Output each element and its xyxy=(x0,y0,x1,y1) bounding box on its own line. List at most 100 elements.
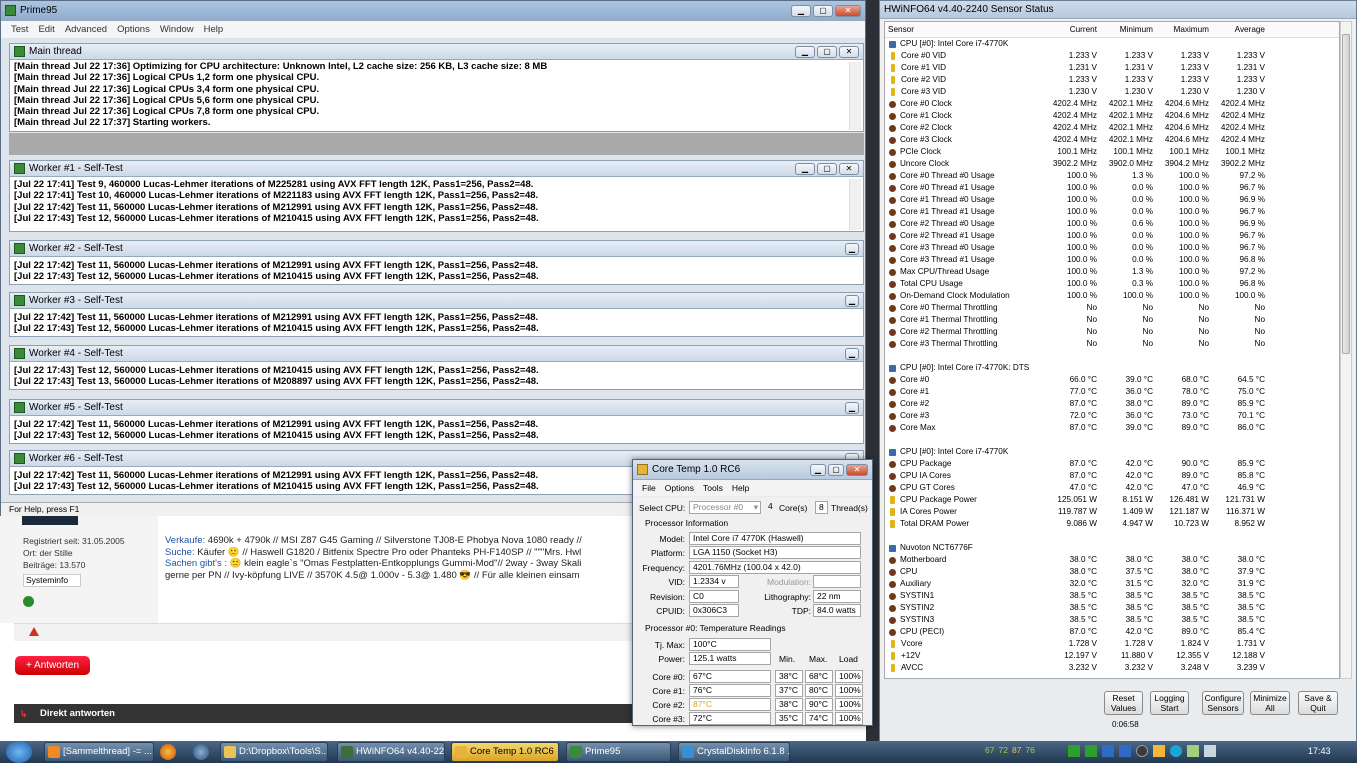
select-cpu-dropdown[interactable]: Processor #0 ▾ xyxy=(689,501,761,514)
tray-blue-icon[interactable] xyxy=(1102,745,1114,757)
prime95-titlebar[interactable]: Prime95 ▁ ▢ ✕ xyxy=(1,1,865,21)
worker-4-titlebar[interactable]: Worker #4 - Self-Test ▁ xyxy=(10,346,863,362)
menu-help[interactable]: Help xyxy=(204,24,224,35)
maximize-button[interactable]: ▢ xyxy=(813,4,833,17)
menu-file[interactable]: File xyxy=(642,483,656,493)
sensor-row[interactable]: Core #3 Thermal Throttling No No No No xyxy=(885,338,1339,350)
sensor-row[interactable]: Core #0 VID 1.233 V 1.233 V 1.233 V 1.233 V xyxy=(885,50,1339,62)
sensor-row[interactable]: Core #1 VID 1.231 V 1.231 V 1.233 V 1.231 V xyxy=(885,62,1339,74)
worker-2-titlebar[interactable]: Worker #2 - Self-Test ▁ xyxy=(10,241,863,257)
mdi-minimize-button[interactable]: ▁ xyxy=(845,347,859,360)
menu-options[interactable]: Options xyxy=(117,24,150,35)
mdi-minimize-button[interactable]: ▁ xyxy=(845,401,859,414)
sensor-row[interactable]: Core #3 Thread #1 Usage 100.0 % 0.0 % 100.0… xyxy=(885,254,1339,266)
tray-temp-icon[interactable]: 67 xyxy=(985,745,994,755)
minimize-button[interactable]: ▁ xyxy=(810,463,826,476)
sensor-row[interactable]: Core #3 Clock 4202.4 MHz 4202.1 MHz 4204.6 … xyxy=(885,134,1339,146)
close-button[interactable]: ✕ xyxy=(846,463,868,476)
sensor-row[interactable]: Core #2 87.0 °C 38.0 °C 89.0 °C 85.9 °C xyxy=(885,398,1339,410)
reset-values-button[interactable]: Reset Values xyxy=(1104,691,1143,715)
menu-options[interactable]: Options xyxy=(665,483,694,493)
sensor-row[interactable]: Core #2 VID 1.233 V 1.233 V 1.233 V 1.233 V xyxy=(885,74,1339,86)
taskbar-item-explorer[interactable]: D:\Dropbox\Tools\S... xyxy=(220,742,328,762)
sensor-scrollbar[interactable] xyxy=(1340,21,1352,679)
configure-sensors-button[interactable]: Configure Sensors xyxy=(1202,691,1244,715)
sensor-group-row[interactable]: Nuvoton NCT6776F xyxy=(885,542,1339,554)
col-minimum[interactable]: Minimum xyxy=(1099,22,1155,37)
mdi-minimize-button[interactable]: ▁ xyxy=(795,162,815,175)
sensor-row[interactable]: Core #2 Thermal Throttling No No No No xyxy=(885,326,1339,338)
tray-app-icon[interactable] xyxy=(1136,745,1148,757)
clock[interactable]: 17:43 xyxy=(1308,746,1331,756)
mdi-close-button[interactable]: ✕ xyxy=(839,45,859,58)
col-sensor[interactable]: Sensor xyxy=(885,22,1043,37)
sensor-row[interactable]: CPU Package Power 125.051 W 8.151 W 126.481… xyxy=(885,494,1339,506)
tray-green-icon[interactable] xyxy=(1068,745,1080,757)
tray-temp-icon[interactable]: 87 xyxy=(1012,745,1021,755)
sensor-row[interactable]: CPU (PECI) 87.0 °C 42.0 °C 89.0 °C 85.4 °C xyxy=(885,626,1339,638)
menu-edit[interactable]: Edit xyxy=(38,24,54,35)
sensor-group-row[interactable]: CPU [#0]: Intel Core i7-4770K: DTS xyxy=(885,362,1339,374)
sensor-row[interactable]: +12V 12.197 V 11.880 V 12.355 V 12.188 V xyxy=(885,650,1339,662)
sensor-row[interactable]: Core #2 Thread #0 Usage 100.0 % 0.6 % 100.0… xyxy=(885,218,1339,230)
worker-1-scrollbar[interactable] xyxy=(849,179,861,230)
col-average[interactable]: Average xyxy=(1211,22,1267,37)
sensor-row[interactable]: Core #3 72.0 °C 36.0 °C 73.0 °C 70.1 °C xyxy=(885,410,1339,422)
col-current[interactable]: Current xyxy=(1043,22,1099,37)
sensor-row[interactable]: Auxiliary 32.0 °C 31.5 °C 32.0 °C 31.9 °C xyxy=(885,578,1339,590)
tray-network-icon[interactable] xyxy=(1187,745,1199,757)
sensor-row[interactable]: Core #0 Thermal Throttling No No No No xyxy=(885,302,1339,314)
col-maximum[interactable]: Maximum xyxy=(1155,22,1211,37)
taskbar-item-prime95[interactable]: Prime95 xyxy=(566,742,671,762)
sensor-row[interactable]: Core #2 Clock 4202.4 MHz 4202.1 MHz 4204.6 … xyxy=(885,122,1339,134)
menu-test[interactable]: Test xyxy=(11,24,28,35)
sensor-row[interactable]: Core #1 Thread #0 Usage 100.0 % 0.0 % 100.0… xyxy=(885,194,1339,206)
sensor-row[interactable]: SYSTIN3 38.5 °C 38.5 °C 38.5 °C 38.5 °C xyxy=(885,614,1339,626)
tray-app-icon[interactable] xyxy=(1170,745,1182,757)
sensor-row[interactable]: Core #3 Thread #0 Usage 100.0 % 0.0 % 100.0… xyxy=(885,242,1339,254)
sensor-row[interactable]: Total CPU Usage 100.0 % 0.3 % 100.0 % 96.8 % xyxy=(885,278,1339,290)
start-button[interactable] xyxy=(6,741,32,763)
sensor-group-row[interactable]: CPU [#0]: Intel Core i7-4770K xyxy=(885,38,1339,50)
sensor-row[interactable]: CPU GT Cores 47.0 °C 42.0 °C 47.0 °C 46.9 °C xyxy=(885,482,1339,494)
sensor-row[interactable]: CPU 38.0 °C 37.5 °C 38.0 °C 37.9 °C xyxy=(885,566,1339,578)
tray-app-icon[interactable] xyxy=(1153,745,1165,757)
sensor-row[interactable]: Core #0 Clock 4202.4 MHz 4202.1 MHz 4204.6 … xyxy=(885,98,1339,110)
sensor-row[interactable]: On-Demand Clock Modulation 100.0 % 100.0 %… xyxy=(885,290,1339,302)
tray-volume-icon[interactable] xyxy=(1204,745,1216,757)
mdi-restore-button[interactable]: ▢ xyxy=(817,162,837,175)
sensor-row[interactable]: CPU IA Cores 87.0 °C 42.0 °C 89.0 °C 85.8 °C xyxy=(885,470,1339,482)
taskbar-item-coretemp[interactable]: Core Temp 1.0 RC6 xyxy=(451,742,559,762)
menu-advanced[interactable]: Advanced xyxy=(65,24,107,35)
tray-temp-icon[interactable]: 72 xyxy=(998,745,1007,755)
menu-window[interactable]: Window xyxy=(160,24,194,35)
steam-icon[interactable] xyxy=(193,744,209,760)
tray-temp-icon[interactable]: 76 xyxy=(1025,745,1034,755)
sensor-row[interactable]: Core #1 Thermal Throttling No No No No xyxy=(885,314,1339,326)
sensor-group-row[interactable]: CPU [#0]: Intel Core i7-4770K xyxy=(885,446,1339,458)
sensor-row[interactable]: SYSTIN1 38.5 °C 38.5 °C 38.5 °C 38.5 °C xyxy=(885,590,1339,602)
sensor-row[interactable]: AVCC 3.232 V 3.232 V 3.248 V 3.239 V xyxy=(885,662,1339,674)
worker-5-titlebar[interactable]: Worker #5 - Self-Test ▁ xyxy=(10,400,863,416)
sensor-row[interactable]: Core #0 Thread #1 Usage 100.0 % 0.0 % 100.0… xyxy=(885,182,1339,194)
taskbar-item-crystaldiskinfo[interactable]: CrystalDiskInfo 6.1.8 ... xyxy=(678,742,790,762)
sensor-row[interactable]: PCIe Clock 100.1 MHz 100.1 MHz 100.1 MHz 100… xyxy=(885,146,1339,158)
sensor-row[interactable]: Total DRAM Power 9.086 W 4.947 W 10.723 W 8.… xyxy=(885,518,1339,530)
sensor-row[interactable]: Core #3 VID 1.230 V 1.230 V 1.230 V 1.230 V xyxy=(885,86,1339,98)
sysinfo-button[interactable]: Systeminfo xyxy=(23,574,81,587)
sensor-row[interactable]: SYSTIN2 38.5 °C 38.5 °C 38.5 °C 38.5 °C xyxy=(885,602,1339,614)
reply-button[interactable]: + Antworten xyxy=(15,656,90,675)
sensor-row[interactable]: Core #1 77.0 °C 36.0 °C 78.0 °C 75.0 °C xyxy=(885,386,1339,398)
worker-3-titlebar[interactable]: Worker #3 - Self-Test ▁ xyxy=(10,293,863,309)
sensor-row[interactable]: Core #1 Thread #1 Usage 100.0 % 0.0 % 100.0… xyxy=(885,206,1339,218)
save-quit-button[interactable]: Save & Quit xyxy=(1298,691,1338,715)
sensor-row[interactable]: Motherboard 38.0 °C 38.0 °C 38.0 °C 38.0 °C xyxy=(885,554,1339,566)
sensor-row[interactable]: Core #2 Thread #1 Usage 100.0 % 0.0 % 100.0… xyxy=(885,230,1339,242)
coretemp-titlebar[interactable]: Core Temp 1.0 RC6 ▁ ▢ ✕ xyxy=(633,460,872,480)
menu-tools[interactable]: Tools xyxy=(703,483,723,493)
firefox-icon[interactable] xyxy=(160,744,176,760)
maximize-button[interactable]: ▢ xyxy=(828,463,844,476)
mdi-minimize-button[interactable]: ▁ xyxy=(795,45,815,58)
taskbar-item-forum[interactable]: [Sammelthread] -= ... xyxy=(44,742,154,762)
worker-1-titlebar[interactable]: Worker #1 - Self-Test ▁ ▢ ✕ xyxy=(10,161,863,177)
